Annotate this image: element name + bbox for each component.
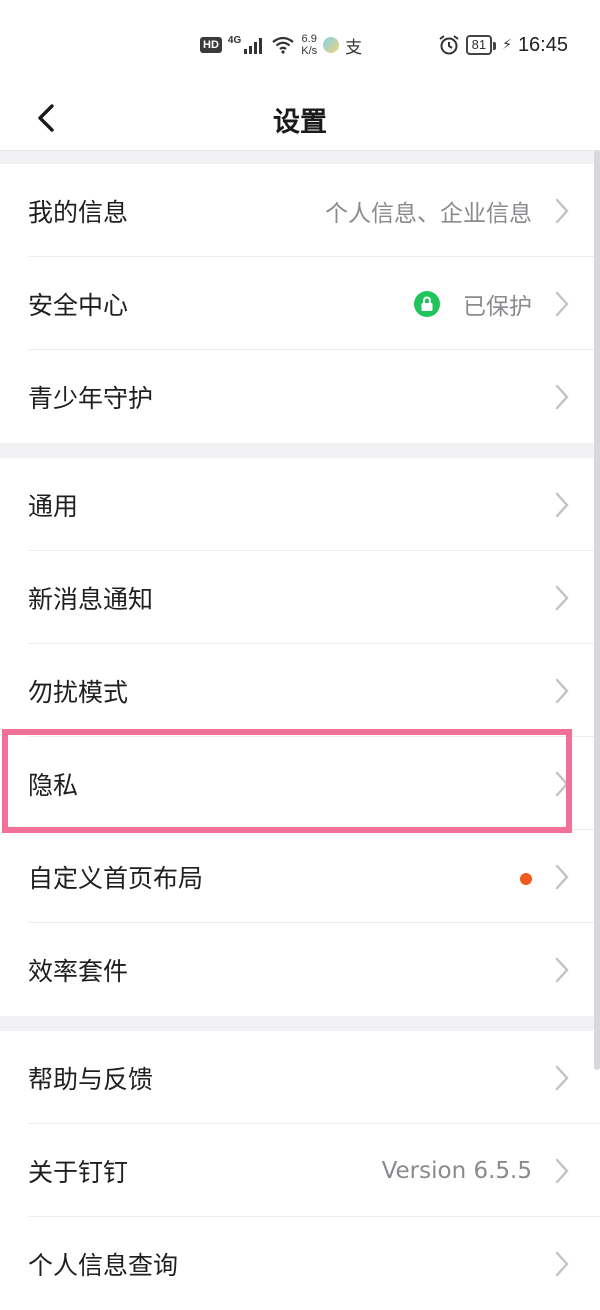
item-label: 新消息通知 [28,584,154,614]
item-label: 我的信息 [28,197,129,227]
settings-item-efficiency-suite[interactable]: 效率套件 [0,923,600,1016]
charging-icon: ⚡ [502,37,512,53]
chevron-right-icon [555,678,569,704]
chevron-right-icon [555,1158,569,1184]
item-label: 自定义首页布局 [28,863,204,893]
version-value: Version 6.5.5 [381,1157,532,1184]
settings-item-do-not-disturb[interactable]: 勿扰模式 [0,644,600,737]
item-label: 通用 [28,491,79,521]
settings-item-teen-guard[interactable]: 青少年守护 [0,350,600,443]
item-value: 个人信息、企业信息 [325,200,532,227]
item-label: 关于钉钉 [28,1157,129,1187]
chevron-right-icon [555,492,569,518]
network-speed: 6.9 K/s [301,33,317,57]
item-label: 青少年守护 [28,383,154,413]
chevron-right-icon [555,384,569,410]
settings-item-notifications[interactable]: 新消息通知 [0,551,600,644]
chevron-right-icon [555,198,569,224]
section-account: 我的信息 个人信息、企业信息 安全中心 已保护 青少年守护 [0,164,600,443]
chevron-right-icon [555,771,569,797]
chevron-right-icon [555,585,569,611]
section-general: 通用 新消息通知 勿扰模式 隐私 自定义首页布局 效率套件 [0,458,600,1016]
chevron-right-icon [555,291,569,317]
signal-icon [244,38,263,54]
app-notification-icon [323,37,340,53]
scrollbar[interactable] [594,150,600,1070]
status-left: HD 4G 6.9 K/s 支 [200,30,362,60]
settings-item-my-info[interactable]: 我的信息 个人信息、企业信息 [0,164,600,257]
settings-item-privacy[interactable]: 隐私 [0,737,600,830]
status-bar: HD 4G 6.9 K/s 支 81 ⚡ 16:45 [0,0,600,86]
chevron-right-icon [555,957,569,983]
item-label: 效率套件 [28,956,129,986]
chevron-right-icon [555,864,569,890]
wifi-icon [272,36,294,54]
new-badge-dot [520,873,532,885]
battery-indicator: 81 [465,35,497,55]
section-about: 帮助与反馈 关于钉钉 Version 6.5.5 个人信息查询 [0,1031,600,1310]
chevron-right-icon [555,1065,569,1091]
item-label: 勿扰模式 [28,677,129,707]
lock-icon [414,291,440,317]
settings-item-custom-home-layout[interactable]: 自定义首页布局 [0,830,600,923]
settings-item-general[interactable]: 通用 [0,458,600,551]
page-title: 设置 [273,107,327,138]
item-label: 帮助与反馈 [28,1064,154,1094]
chevron-right-icon [555,1251,569,1277]
alarm-icon [439,35,459,55]
header: 设置 [0,86,600,151]
item-label: 隐私 [28,770,79,800]
settings-item-help-feedback[interactable]: 帮助与反馈 [0,1031,600,1124]
alipay-icon: 支 [345,37,363,58]
speed-unit: K/s [301,45,318,57]
network-type: 4G [227,34,242,46]
item-value: 已保护 [463,293,532,320]
settings-item-personal-info-query[interactable]: 个人信息查询 [0,1217,600,1310]
settings-item-about[interactable]: 关于钉钉 Version 6.5.5 [0,1124,600,1217]
status-right: 81 ⚡ 16:45 [438,30,568,60]
item-label: 个人信息查询 [28,1250,179,1280]
hd-badge: HD [200,37,222,53]
item-label: 安全中心 [28,290,129,320]
settings-item-security-center[interactable]: 安全中心 已保护 [0,257,600,350]
clock: 16:45 [517,33,568,56]
speed-value: 6.9 [301,33,317,45]
